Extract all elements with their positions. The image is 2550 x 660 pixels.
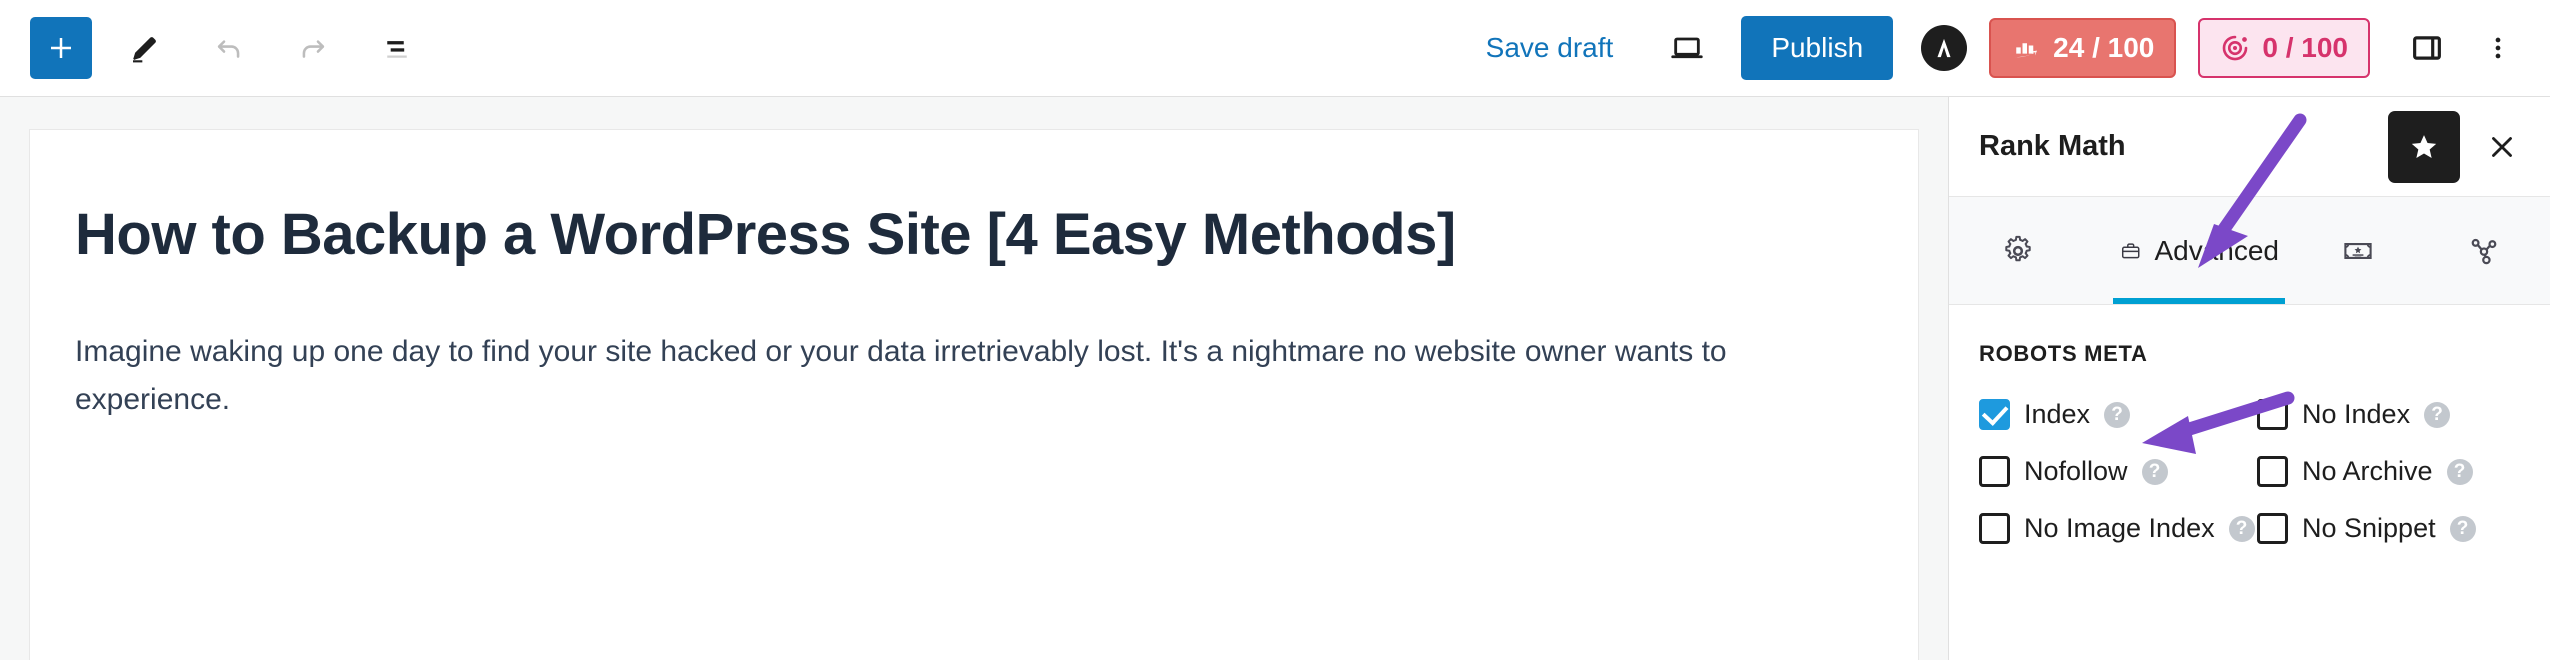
schema-certificate-icon — [2344, 242, 2372, 259]
tab-advanced[interactable]: Advanced — [2099, 197, 2299, 304]
top-bar-right-actions: Save draft Publish 24 / 100 0 / 100 — [1464, 16, 2550, 80]
no-index-label: No Index — [2302, 399, 2411, 429]
rank-math-sidebar: Rank Math Advanced ROBOTS META Index ? N… — [1948, 97, 2550, 660]
checkbox-row-no-snippet[interactable]: No Snippet ? — [2257, 513, 2520, 544]
close-icon — [2492, 136, 2512, 157]
document-overview-button[interactable] — [366, 17, 428, 79]
seo-bar-chart-icon — [2014, 43, 2038, 58]
rank-math-tab-bar: Advanced — [1949, 197, 2550, 305]
index-label: Index — [2024, 399, 2091, 429]
preview-button[interactable] — [1653, 17, 1721, 79]
rank-math-header-actions — [2388, 110, 2524, 183]
save-draft-button[interactable]: Save draft — [1464, 22, 1636, 74]
no-image-index-label: No Image Index — [2024, 513, 2215, 543]
no-snippet-label: No Snippet — [2302, 513, 2436, 543]
settings-sidebar-toggle-button[interactable] — [2396, 17, 2458, 79]
rank-math-favorite-button[interactable] — [2388, 110, 2460, 183]
ai-score-badge[interactable]: 0 / 100 — [2198, 18, 2370, 78]
no-snippet-checkbox[interactable] — [2257, 513, 2288, 544]
no-archive-help-icon[interactable]: ? — [2446, 458, 2473, 485]
checkbox-row-index[interactable]: Index ? — [1979, 399, 2257, 430]
editor-top-bar: Save draft Publish 24 / 100 0 / 100 — [0, 0, 2550, 97]
tab-schema[interactable] — [2299, 197, 2429, 304]
no-archive-label: No Archive — [2302, 456, 2433, 486]
top-bar-left-tools — [0, 17, 428, 79]
tab-social[interactable] — [2429, 197, 2550, 304]
briefcase-icon — [2121, 242, 2140, 258]
robots-meta-section-title: ROBOTS META — [1979, 341, 2148, 366]
avatar[interactable] — [1921, 25, 1968, 71]
plus-icon — [51, 38, 71, 58]
undo-arrow-icon — [217, 40, 240, 58]
post-sheet: How to Backup a WordPress Site [4 Easy M… — [30, 130, 1918, 660]
laptop-preview-icon — [1671, 37, 1703, 59]
robots-meta-checkbox-grid: Index ? No Index ? Nofollow ? No Archive… — [1979, 399, 2520, 544]
vertical-dots-icon — [2495, 37, 2501, 59]
seo-score-badge[interactable]: 24 / 100 — [1989, 18, 2177, 78]
no-index-checkbox[interactable] — [2257, 399, 2288, 430]
redo-button[interactable] — [282, 17, 344, 79]
tools-pencil-button[interactable] — [114, 17, 176, 79]
rank-math-header: Rank Math — [1949, 97, 2550, 197]
editor-canvas: How to Backup a WordPress Site [4 Easy M… — [0, 97, 1948, 660]
astra-logo-icon — [1937, 38, 1951, 58]
pencil-icon — [133, 37, 156, 63]
nofollow-help-icon[interactable]: ? — [2141, 458, 2168, 485]
redo-arrow-icon — [302, 40, 325, 58]
no-index-help-icon[interactable]: ? — [2424, 401, 2451, 428]
checkbox-row-no-archive[interactable]: No Archive ? — [2257, 456, 2520, 487]
index-checkbox[interactable] — [1979, 399, 2010, 430]
ai-target-icon — [2223, 35, 2248, 61]
nofollow-label: Nofollow — [2024, 456, 2128, 486]
tab-advanced-label: Advanced — [2154, 234, 2279, 266]
social-share-icon — [2471, 238, 2497, 264]
post-title[interactable]: How to Backup a WordPress Site [4 Easy M… — [75, 200, 1873, 270]
index-help-icon[interactable]: ? — [2104, 401, 2131, 428]
add-block-button[interactable] — [30, 17, 92, 79]
more-options-button[interactable] — [2472, 17, 2524, 79]
nofollow-checkbox[interactable] — [1979, 456, 2010, 487]
no-snippet-help-icon[interactable]: ? — [2449, 515, 2476, 542]
sidebar-panel-icon — [2413, 36, 2441, 60]
checkbox-row-no-image-index[interactable]: No Image Index ? — [1979, 513, 2257, 544]
post-paragraph-block[interactable]: Imagine waking up one day to find your s… — [75, 328, 1873, 425]
no-image-index-help-icon[interactable]: ? — [2228, 515, 2255, 542]
rank-math-title: Rank Math — [1979, 130, 2126, 162]
no-archive-checkbox[interactable] — [2257, 456, 2288, 487]
no-image-index-checkbox[interactable] — [1979, 513, 2010, 544]
gear-icon — [2005, 235, 2031, 261]
ai-score-value: 0 / 100 — [2262, 32, 2348, 63]
undo-button[interactable] — [198, 17, 260, 79]
advanced-panel: ROBOTS META Index ? No Index ? Nofollow … — [1949, 305, 2550, 544]
star-icon — [2411, 134, 2437, 158]
publish-button[interactable]: Publish — [1741, 16, 1894, 80]
list-view-icon — [387, 41, 407, 58]
tab-general[interactable] — [1949, 197, 2099, 304]
checkbox-row-nofollow[interactable]: Nofollow ? — [1979, 456, 2257, 487]
seo-score-value: 24 / 100 — [2053, 32, 2155, 63]
checkbox-row-no-index[interactable]: No Index ? — [2257, 399, 2520, 430]
rank-math-close-button[interactable] — [2480, 125, 2524, 169]
